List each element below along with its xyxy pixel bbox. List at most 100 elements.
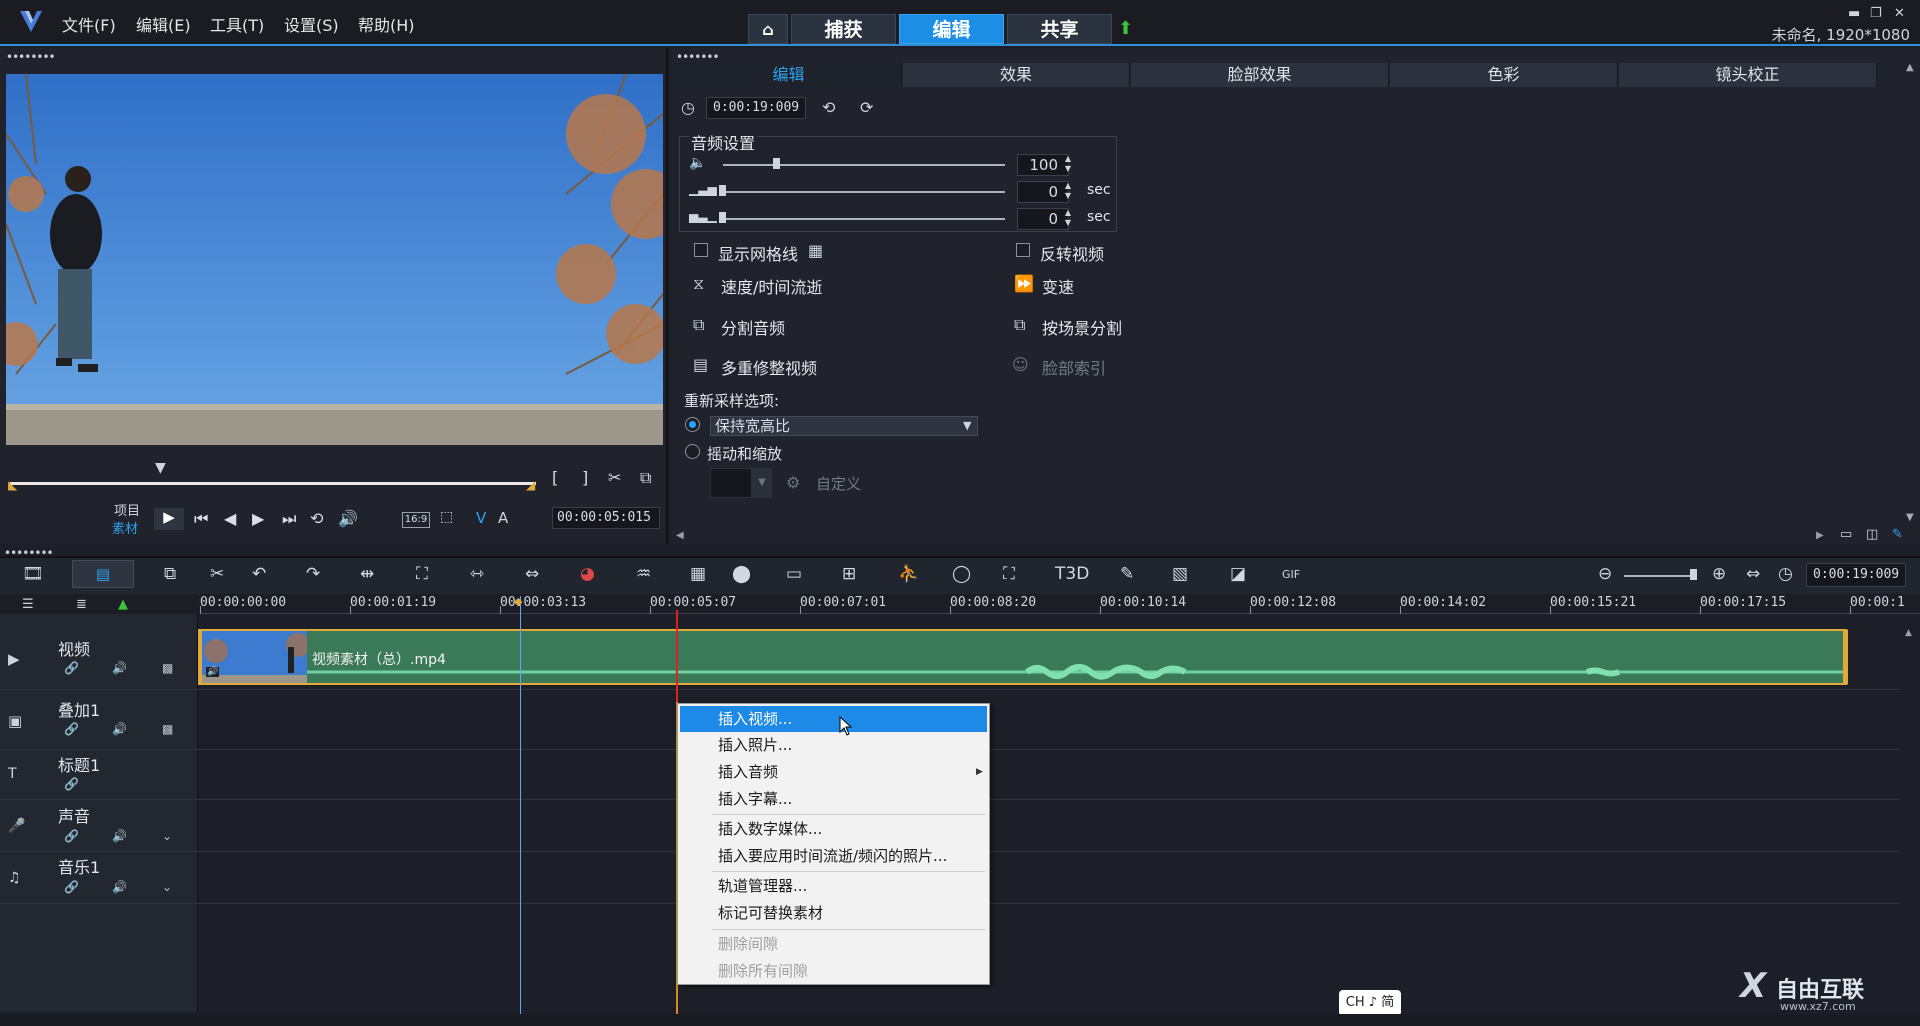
title-icon[interactable]: ▭: [786, 564, 802, 584]
upload-arrow-icon[interactable]: ⬆: [1118, 18, 1133, 39]
go-end-icon[interactable]: ⏭: [282, 509, 296, 529]
link-icon[interactable]: 🔗: [64, 777, 79, 791]
split-by-scene-icon[interactable]: ⧉: [1014, 315, 1025, 335]
prev-frame-icon[interactable]: ◀: [224, 509, 236, 528]
next-frame-icon[interactable]: ▶: [252, 509, 264, 528]
timeline-zoom-slider[interactable]: [1624, 575, 1696, 577]
safe-area-icon[interactable]: ⬚: [440, 509, 453, 525]
tab-share[interactable]: 共享: [1007, 14, 1112, 44]
volume-icon[interactable]: 🔊: [338, 509, 358, 528]
rotate-left-icon[interactable]: ⟲: [822, 98, 835, 117]
grid-settings-icon[interactable]: ▦: [808, 241, 823, 260]
ctx-insert-video[interactable]: 插入视频...: [680, 706, 987, 732]
zoom-out-icon[interactable]: ⊖: [1598, 564, 1612, 584]
ime-indicator[interactable]: CH ♪ 简: [1339, 990, 1401, 1016]
resample-select[interactable]: 保持宽高比: [710, 416, 978, 436]
home-button[interactable]: ⌂: [748, 14, 788, 44]
aspect-ratio-select[interactable]: 16:9: [402, 512, 430, 528]
minimize-icon[interactable]: ▬: [1848, 6, 1860, 21]
track-manager-icon[interactable]: ☰: [22, 597, 34, 612]
speed-time-lapse-icon[interactable]: ⧖: [693, 274, 704, 294]
track-scroll-up-icon[interactable]: ▲: [1905, 628, 1912, 638]
go-start-icon[interactable]: ⏮: [194, 509, 208, 529]
fade-out-slider-thumb[interactable]: [719, 212, 726, 223]
timeline-ruler[interactable]: [200, 594, 1920, 614]
mark-out-button[interactable]: ]: [582, 468, 588, 487]
menu-edit[interactable]: 编辑(E): [136, 12, 191, 36]
fade-in-slider[interactable]: [723, 191, 1005, 193]
link-icon[interactable]: 🔗: [64, 722, 79, 736]
menu-tools[interactable]: 工具(T): [210, 12, 264, 36]
video-clip[interactable]: 🔊 视频素材（总）.mp4: [200, 629, 1848, 685]
fade-out-slider[interactable]: [723, 218, 1005, 220]
gif-icon[interactable]: GIF: [1282, 568, 1300, 581]
layout-1-icon[interactable]: ▭: [1840, 527, 1852, 542]
split-audio-icon[interactable]: ⧉: [693, 315, 704, 335]
keep-aspect-radio[interactable]: [685, 417, 700, 432]
mute-icon[interactable]: 🔊: [112, 722, 127, 736]
stop-motion-icon[interactable]: ▧: [1172, 564, 1188, 584]
panel-grip[interactable]: ••••••••: [6, 50, 56, 64]
motion-tracking-icon[interactable]: ⛹: [898, 564, 919, 584]
layout-custom-icon[interactable]: ✎: [1892, 527, 1903, 542]
close-icon[interactable]: ✕: [1894, 6, 1905, 21]
ctx-insert-audio[interactable]: 插入音频: [680, 759, 987, 785]
ctx-mark-replaceable[interactable]: 标记可替换素材: [680, 900, 987, 926]
restore-icon[interactable]: ❐: [1870, 6, 1882, 21]
show-grid-checkbox[interactable]: [694, 243, 708, 257]
tab-capture[interactable]: 捕获: [791, 14, 896, 44]
paint-icon[interactable]: ✎: [1120, 564, 1134, 584]
ctx-insert-subtitle[interactable]: 插入字幕...: [680, 786, 987, 812]
tools-icon[interactable]: ✂: [210, 564, 224, 584]
variable-speed-button[interactable]: 变速: [1042, 274, 1074, 298]
ctx-track-manager[interactable]: 轨道管理器...: [680, 873, 987, 899]
timeline-view-button[interactable]: ▤: [72, 560, 134, 588]
split-screen-icon[interactable]: ⊞: [842, 564, 856, 584]
split-icon[interactable]: ⇿: [470, 564, 484, 584]
tab-options-effect[interactable]: 效果: [903, 63, 1130, 87]
chapter-menu-icon[interactable]: ≣: [76, 597, 87, 612]
pan-zoom-radio[interactable]: [685, 444, 700, 459]
trim-end-handle[interactable]: ◢: [526, 478, 535, 492]
chevron-down-icon[interactable]: ▼: [963, 419, 971, 432]
repeat-icon[interactable]: ⟲: [310, 509, 323, 528]
ctx-insert-digital-media[interactable]: 插入数字媒体...: [680, 816, 987, 842]
ripple-edit-icon[interactable]: ⇔: [525, 564, 539, 584]
project-mode-label[interactable]: 项目: [114, 500, 140, 519]
playhead[interactable]: [676, 610, 678, 702]
scroll-right-icon[interactable]: ▶: [1816, 530, 1824, 541]
scroll-left-icon[interactable]: ◀: [676, 530, 684, 541]
fade-in-spinner[interactable]: ▲ ▼: [1062, 181, 1074, 203]
mute-icon[interactable]: 🔊: [112, 661, 127, 675]
preview-scrubber[interactable]: [10, 482, 536, 485]
tab-options-edit[interactable]: 编辑: [676, 63, 902, 87]
add-media-icon[interactable]: ⧉: [164, 564, 176, 584]
menu-help[interactable]: 帮助(H): [358, 12, 415, 36]
scroll-down-icon[interactable]: ▼: [1906, 512, 1914, 523]
highlight-icon[interactable]: ◪: [1230, 564, 1246, 584]
rotate-right-icon[interactable]: ⟳: [860, 98, 873, 117]
link-icon[interactable]: 🔗: [64, 661, 79, 675]
reverse-video-checkbox[interactable]: [1016, 243, 1030, 257]
chevron-down-icon[interactable]: ⌄: [162, 829, 172, 843]
fit-project-icon[interactable]: ⇹: [360, 564, 374, 584]
tab-edit[interactable]: 编辑: [899, 14, 1004, 44]
pan-zoom-icon[interactable]: ⛶: [1003, 564, 1015, 584]
multi-trim-icon[interactable]: ▤: [693, 355, 708, 374]
play-button[interactable]: ▶: [154, 508, 184, 530]
split-clip-icon[interactable]: ✂: [608, 468, 621, 487]
panel-grip[interactable]: •••••••: [676, 50, 720, 64]
trim-start-handle[interactable]: ◣: [8, 478, 17, 492]
mask-icon[interactable]: ⬤: [732, 564, 751, 584]
add-marker-icon[interactable]: ▲: [118, 597, 128, 612]
ripple-icon[interactable]: ▩: [162, 661, 173, 675]
ctx-insert-photo[interactable]: 插入照片...: [680, 732, 987, 758]
fade-in-slider-thumb[interactable]: [719, 185, 726, 196]
mute-icon[interactable]: 🔊: [112, 829, 127, 843]
clip-trim-left[interactable]: [198, 629, 202, 685]
chevron-down-icon[interactable]: ⌄: [162, 880, 172, 894]
scrubber-thumb[interactable]: ▼: [155, 460, 166, 476]
undo-icon[interactable]: ↶: [252, 564, 266, 584]
split-by-scene-button[interactable]: 按场景分割: [1042, 315, 1122, 339]
scroll-up-icon[interactable]: ▲: [1906, 62, 1914, 73]
